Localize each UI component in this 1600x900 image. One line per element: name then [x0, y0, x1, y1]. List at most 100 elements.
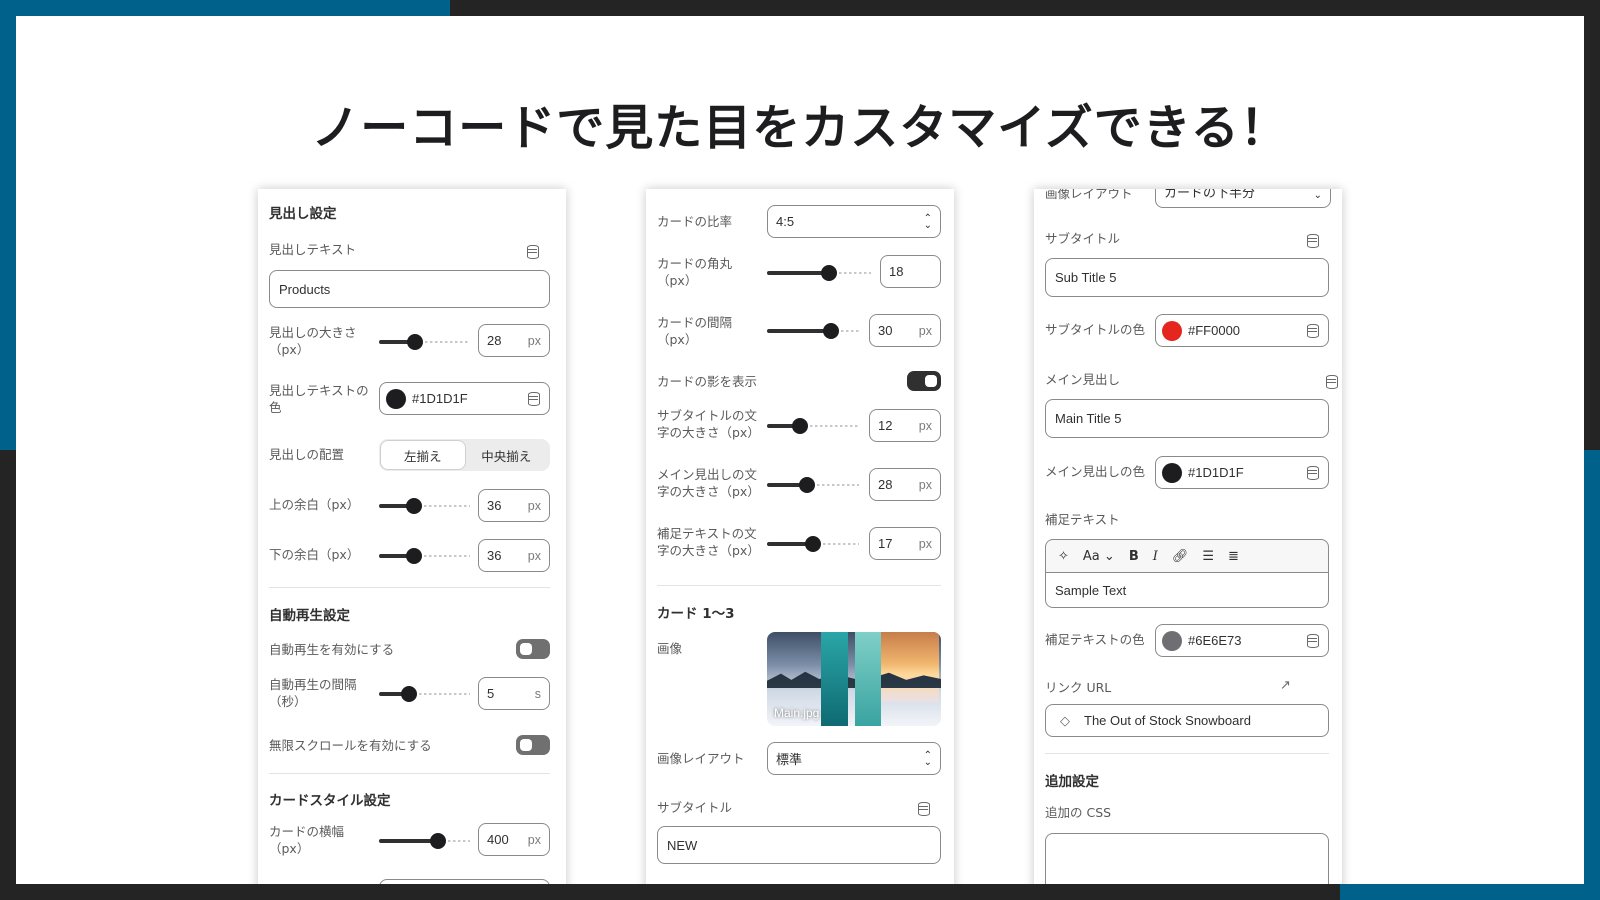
supp-text-editor[interactable]: Sample Text [1045, 573, 1329, 608]
slider-handle[interactable] [799, 477, 815, 493]
slider-handle[interactable] [430, 833, 446, 849]
section-title-card-style: カードスタイル設定 [269, 793, 391, 809]
numbered-list-icon[interactable]: ≣ [1228, 549, 1239, 564]
shadow-label: カードの影を表示 [657, 374, 758, 389]
subtitle-label: サブタイトル [657, 800, 733, 815]
heading-size-input[interactable]: 28 px [478, 324, 550, 357]
bottom-margin-slider[interactable] [379, 546, 470, 566]
slider-track [448, 840, 470, 842]
subtitle-size-slider[interactable] [767, 416, 859, 436]
alignment-segmented-control[interactable]: 左揃え 中央揃え [379, 439, 550, 471]
link-url-value: The Out of Stock Snowboard [1084, 713, 1251, 728]
ratio-select[interactable]: 4:5 ⌃ ⌄ [767, 205, 941, 238]
slider-handle[interactable] [406, 498, 422, 514]
slider-handle[interactable] [407, 334, 423, 350]
main-size-slider[interactable] [767, 475, 859, 495]
extra-css-label: 追加の CSS [1045, 805, 1112, 820]
unit-label: px [918, 536, 932, 551]
slider-track-filled [767, 329, 831, 333]
magic-icon[interactable]: ✧ [1058, 549, 1069, 564]
card-width-label: カードの横幅（px） [269, 824, 345, 856]
link-icon[interactable]: 🔗︎ [1172, 549, 1189, 564]
corner-radius-label: カードの角丸（px） [657, 256, 733, 288]
corner-radius-slider[interactable] [767, 263, 871, 283]
card-gap-slider[interactable] [767, 321, 859, 341]
main-color-picker[interactable]: #1D1D1F [1155, 456, 1329, 489]
chevron-updown-icon: ⌃⌄ [923, 749, 932, 768]
main-size-value: 28 [878, 477, 893, 492]
database-icon[interactable] [1306, 633, 1320, 648]
alignment-option-center[interactable]: 中央揃え [465, 441, 549, 469]
heading-text-input[interactable]: Products [269, 270, 550, 308]
link-url-input[interactable]: ◇ The Out of Stock Snowboard [1045, 704, 1329, 737]
subtitle-input[interactable]: Sub Title 5 [1045, 258, 1329, 297]
color-swatch[interactable] [1162, 320, 1182, 341]
color-swatch[interactable] [386, 388, 406, 409]
corner-radius-input[interactable]: 18 [880, 255, 941, 288]
database-icon[interactable] [526, 245, 540, 259]
color-swatch[interactable] [1162, 630, 1182, 651]
subtitle-color-picker[interactable]: #FF0000 [1155, 314, 1329, 347]
shadow-toggle[interactable] [907, 371, 941, 391]
image-layout-select[interactable]: 標準 ⌃ ⌄ [767, 742, 941, 775]
database-icon[interactable] [1306, 323, 1320, 338]
autoplay-interval-slider[interactable] [379, 684, 470, 704]
alignment-option-left[interactable]: 左揃え [381, 441, 465, 469]
main-title-input[interactable]: Main Title 5 [1045, 399, 1329, 438]
chevron-down-icon: ⌄ [1103, 548, 1115, 564]
database-icon[interactable] [1306, 465, 1320, 480]
font-size-menu[interactable]: Aa ⌄ [1083, 549, 1115, 564]
card-gap-input[interactable]: 30 px [869, 314, 941, 347]
ratio-value: 4:5 [776, 214, 795, 229]
slider-handle[interactable] [406, 548, 422, 564]
database-icon[interactable] [1306, 234, 1320, 248]
next-field-input[interactable] [379, 879, 550, 884]
slider-handle[interactable] [823, 323, 839, 339]
chevron-updown-icon: ⌃⌄ [923, 212, 932, 231]
card-image-thumbnail[interactable]: Main.jpg [767, 632, 941, 726]
chevron-updown-icon: ⌃⌄ [1313, 189, 1322, 201]
bold-icon[interactable]: B [1129, 549, 1139, 564]
subtitle-size-input[interactable]: 12 px [869, 409, 941, 442]
infinite-scroll-toggle[interactable] [516, 735, 550, 755]
settings-panel-heading[interactable]: 見出し設定 見出しテキスト Products 見出しの大きさ（px） 28 px… [258, 189, 566, 884]
tag-icon: ◇ [1060, 712, 1070, 728]
image-layout-label: 画像レイアウト [1045, 189, 1133, 201]
top-margin-slider[interactable] [379, 496, 470, 516]
slider-handle[interactable] [401, 686, 417, 702]
slider-handle[interactable] [805, 536, 821, 552]
supp-size-input[interactable]: 17 px [869, 527, 941, 560]
bottom-margin-input[interactable]: 36 px [478, 539, 550, 572]
database-icon[interactable] [917, 802, 931, 816]
heading-color-picker[interactable]: #1D1D1F [379, 382, 550, 415]
slider-track [810, 425, 859, 427]
top-margin-input[interactable]: 36 px [478, 489, 550, 522]
extra-css-textarea[interactable] [1045, 833, 1329, 884]
supp-color-picker[interactable]: #6E6E73 [1155, 624, 1329, 657]
supp-color-value: #6E6E73 [1188, 633, 1242, 648]
settings-panel-card[interactable]: カードの比率 4:5 ⌃ ⌄ カードの角丸（px） 18 カードの間隔（px） 3… [646, 189, 954, 884]
autoplay-toggle[interactable] [516, 639, 550, 659]
card-width-input[interactable]: 400 px [478, 823, 550, 856]
bottom-margin-value: 36 [487, 548, 502, 563]
slider-handle[interactable] [821, 265, 837, 281]
external-link-icon[interactable]: ↗ [1280, 678, 1291, 693]
settings-panel-card-content[interactable]: 画像レイアウト カードの下半分 ⌃⌄ サブタイトル Sub Title 5 サブ… [1034, 189, 1342, 884]
main-size-input[interactable]: 28 px [869, 468, 941, 501]
subtitle-size-value: 12 [878, 418, 893, 433]
color-swatch[interactable] [1162, 462, 1182, 483]
italic-icon[interactable]: I [1153, 549, 1158, 564]
heading-size-value: 28 [487, 333, 502, 348]
database-icon[interactable] [1325, 375, 1339, 389]
database-icon[interactable] [527, 391, 541, 406]
bullet-list-icon[interactable]: ☰ [1202, 549, 1214, 564]
heading-size-slider[interactable] [379, 332, 470, 352]
image-layout-select[interactable]: カードの下半分 ⌃⌄ [1155, 189, 1331, 208]
supp-size-slider[interactable] [767, 534, 859, 554]
slider-handle[interactable] [792, 418, 808, 434]
autoplay-interval-input[interactable]: 5 s [478, 677, 550, 710]
image-label: 画像 [657, 641, 683, 656]
card-width-slider[interactable] [379, 831, 470, 851]
heading-size-label: 見出しの大きさ（px） [269, 325, 357, 357]
subtitle-input[interactable]: NEW [657, 826, 941, 864]
